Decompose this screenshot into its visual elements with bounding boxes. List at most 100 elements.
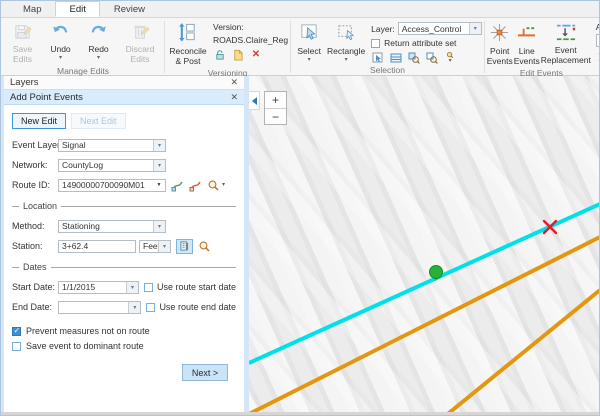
tab-map[interactable]: Map bbox=[9, 1, 55, 17]
layer-select-value: Access_Control bbox=[399, 24, 469, 34]
new-version-icon[interactable] bbox=[231, 48, 245, 61]
close-icon[interactable]: ✕ bbox=[230, 77, 238, 88]
chevron-down-icon[interactable]: ▾ bbox=[153, 221, 165, 232]
zoom-out-button[interactable]: − bbox=[265, 108, 286, 124]
route-id-combo[interactable]: 14900000700090M01 ▼ bbox=[58, 179, 166, 192]
station-label: Station: bbox=[12, 241, 58, 251]
method-row: Method: Stationing ▾ bbox=[12, 219, 236, 233]
chevron-down-icon[interactable]: ▾ bbox=[126, 282, 138, 293]
location-section-divider: Location bbox=[12, 201, 236, 211]
ribbon: Map Edit Review Save Edits bbox=[1, 1, 599, 76]
unlock-version-icon[interactable] bbox=[213, 48, 227, 61]
redo-button[interactable]: Redo ▾ bbox=[80, 21, 117, 61]
map-zoom-control: + − bbox=[264, 91, 287, 125]
dominant-route-checkbox[interactable] bbox=[12, 342, 21, 351]
reconcile-post-button[interactable]: Reconcile & Post bbox=[167, 21, 209, 67]
use-route-end-date-checkbox[interactable] bbox=[146, 303, 155, 312]
delete-version-icon[interactable]: ✕ bbox=[249, 48, 263, 61]
rectangle-dropdown-caret[interactable]: ▾ bbox=[345, 58, 348, 63]
network-value: CountyLog bbox=[59, 160, 153, 170]
panel-body: New Edit Next Edit Event Layer: Signal ▾… bbox=[4, 105, 244, 381]
clear-route-icon[interactable] bbox=[189, 179, 202, 192]
chevron-down-icon[interactable]: ▾ bbox=[128, 302, 140, 313]
page-title: Add Point Events bbox=[10, 92, 83, 103]
attributes-table-icon[interactable] bbox=[389, 51, 403, 64]
line-events-button[interactable]: Line Events bbox=[514, 21, 540, 67]
event-layer-select[interactable]: Signal ▾ bbox=[58, 139, 166, 152]
collapse-panel-button[interactable] bbox=[249, 91, 260, 110]
network-select[interactable]: CountyLog ▾ bbox=[58, 159, 166, 172]
discard-edits-button[interactable]: Discard Edits bbox=[118, 21, 162, 65]
end-date-select[interactable]: ▾ bbox=[58, 301, 141, 314]
save-edits-button[interactable]: Save Edits bbox=[4, 21, 41, 65]
attribute-set-select[interactable]: Default ▾ bbox=[596, 34, 600, 47]
layer-label: Layer: bbox=[371, 24, 395, 34]
tab-edit[interactable]: Edit bbox=[55, 1, 99, 17]
layer-select[interactable]: Access_Control ▾ bbox=[398, 22, 482, 35]
return-attribute-checkbox[interactable] bbox=[371, 39, 380, 48]
next-button[interactable]: Next > bbox=[182, 364, 228, 381]
map-canvas[interactable] bbox=[249, 76, 600, 414]
redo-icon bbox=[89, 22, 108, 44]
group-versioning: Reconcile & Post Version: ROADS.Claire_R… bbox=[165, 19, 290, 75]
window-bottom-edge bbox=[1, 412, 599, 415]
network-row: Network: CountyLog ▾ bbox=[12, 158, 236, 172]
new-edit-button[interactable]: New Edit bbox=[12, 113, 66, 129]
undo-button[interactable]: Undo ▾ bbox=[42, 21, 79, 61]
event-replacement-icon bbox=[555, 22, 577, 45]
method-select[interactable]: Stationing ▾ bbox=[58, 220, 166, 233]
end-date-row: End Date: ▾ Use route end date bbox=[12, 300, 236, 314]
point-events-button[interactable]: Point Events bbox=[487, 21, 513, 67]
zoom-route-caret[interactable]: ▾ bbox=[222, 183, 225, 188]
discard-edits-label: Discard Edits bbox=[118, 45, 162, 65]
route-highlight-line[interactable] bbox=[249, 204, 600, 363]
use-route-start-date-checkbox[interactable] bbox=[144, 283, 153, 292]
location-section-label: Location bbox=[23, 201, 57, 211]
split-event-icon[interactable] bbox=[596, 50, 600, 63]
ribbon-tab-bar: Map Edit Review bbox=[1, 1, 599, 18]
zoom-in-button[interactable]: + bbox=[265, 92, 286, 108]
save-edits-label: Save Edits bbox=[4, 45, 41, 65]
network-label: Network: bbox=[12, 160, 58, 170]
road-orange-line-1[interactable] bbox=[249, 237, 600, 414]
select-dropdown-caret[interactable]: ▾ bbox=[308, 58, 311, 63]
road-orange-line-2[interactable] bbox=[444, 290, 600, 414]
map-view[interactable]: + − bbox=[249, 76, 600, 414]
undo-dropdown-caret[interactable]: ▾ bbox=[59, 56, 62, 61]
return-attribute-label: Return attribute set bbox=[384, 38, 456, 48]
zoom-to-selection-icon[interactable] bbox=[407, 51, 421, 64]
prevent-measures-checkbox[interactable] bbox=[12, 327, 21, 336]
group-edit-events: Point Events Line Events Event Replaceme… bbox=[485, 19, 598, 75]
select-button[interactable]: Select ▾ bbox=[293, 21, 325, 63]
chevron-down-icon[interactable]: ▾ bbox=[153, 140, 165, 151]
rectangle-select-button[interactable]: Rectangle ▾ bbox=[326, 21, 366, 63]
version-value: ROADS.Claire_Reg bbox=[213, 35, 288, 46]
redo-label: Redo bbox=[88, 45, 108, 55]
close-icon[interactable]: ✕ bbox=[230, 92, 238, 103]
panel-title-bar[interactable]: Add Point Events ✕ bbox=[4, 90, 244, 105]
use-route-end-date-label: Use route end date bbox=[159, 302, 236, 312]
chevron-down-icon[interactable]: ▾ bbox=[153, 160, 165, 171]
pan-to-selection-icon[interactable] bbox=[425, 51, 439, 64]
zoom-to-route-icon[interactable]: ▾ bbox=[207, 179, 225, 192]
select-next-icon[interactable]: ▾ bbox=[443, 51, 457, 64]
tab-review[interactable]: Review bbox=[100, 1, 159, 17]
select-route-on-map-icon[interactable] bbox=[171, 179, 184, 192]
save-icon bbox=[13, 22, 32, 44]
zoom-to-station-icon[interactable] bbox=[198, 240, 211, 253]
layers-panel-header[interactable]: Layers ✕ bbox=[4, 76, 244, 90]
line-events-label: Line Events bbox=[514, 47, 540, 67]
method-value: Stationing bbox=[59, 221, 153, 231]
next-edit-button[interactable]: Next Edit bbox=[71, 113, 126, 129]
station-picker-tool[interactable] bbox=[176, 239, 193, 254]
select-by-shape-icon[interactable] bbox=[371, 51, 385, 64]
event-replacement-button[interactable]: Event Replacement bbox=[541, 21, 591, 66]
chevron-down-icon[interactable]: ▾ bbox=[158, 241, 170, 252]
combo-arrow-icon[interactable]: ▼ bbox=[153, 180, 165, 191]
station-units-select[interactable]: Feet ▾ bbox=[139, 240, 171, 253]
redo-dropdown-caret[interactable]: ▾ bbox=[97, 56, 100, 61]
station-input[interactable]: 3+62.4 bbox=[58, 240, 136, 253]
chevron-down-icon[interactable]: ▾ bbox=[469, 23, 481, 34]
station-row: Station: 3+62.4 Feet ▾ bbox=[12, 239, 236, 253]
start-date-select[interactable]: 1/1/2015 ▾ bbox=[58, 281, 139, 294]
